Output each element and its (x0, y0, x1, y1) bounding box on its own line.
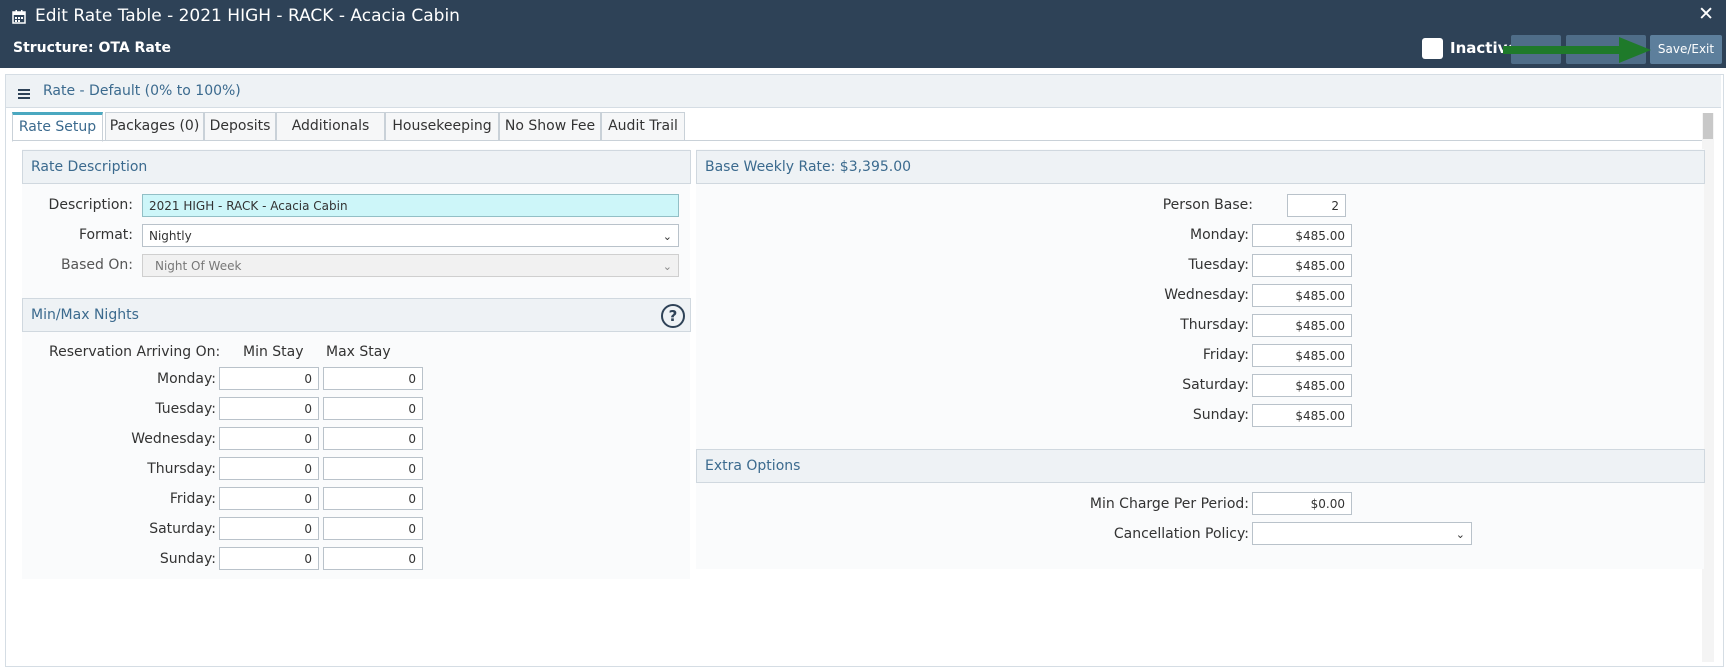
base-weekly-title: Base Weekly Rate: $3,395.00 (705, 159, 912, 175)
format-value: Nightly (149, 229, 192, 243)
max-stay-input[interactable]: 0 (323, 427, 423, 450)
min-stay-header: Min Stay (243, 344, 304, 360)
tab-rate-setup[interactable]: Rate Setup (12, 112, 103, 142)
menu-icon[interactable] (18, 89, 30, 101)
weekday-rate-input[interactable]: $485.00 (1252, 374, 1352, 397)
max-stay-input[interactable]: 0 (323, 457, 423, 480)
min-max-title: Min/Max Nights (31, 307, 139, 323)
cancellation-select[interactable]: ⌄ (1252, 522, 1472, 545)
tab-deposits[interactable]: Deposits (204, 112, 276, 141)
min-max-day-label: Sunday: (159, 551, 216, 567)
min-stay-input[interactable]: 0 (219, 397, 319, 420)
max-stay-header: Max Stay (326, 344, 391, 360)
person-base-label: Person Base: (1162, 197, 1253, 213)
min-max-day-label: Friday: (169, 491, 216, 507)
max-stay-input[interactable]: 0 (323, 367, 423, 390)
format-select[interactable]: Nightly ⌄ (142, 224, 679, 247)
close-icon[interactable]: ✕ (1698, 3, 1714, 25)
weekday-rate-label: Thursday: (1180, 317, 1249, 333)
arrow-icon (1503, 37, 1651, 63)
min-charge-input[interactable]: $0.00 (1252, 492, 1352, 515)
min-stay-input[interactable]: 0 (219, 517, 319, 540)
rate-description-section: Rate Description (22, 150, 691, 184)
min-stay-input[interactable]: 0 (219, 457, 319, 480)
rate-header: Rate - Default (0% to 100%) (6, 75, 1721, 108)
min-stay-input[interactable]: 0 (219, 487, 319, 510)
chevron-down-icon: ⌄ (662, 230, 672, 243)
min-max-day-label: Tuesday: (155, 401, 216, 417)
rate-description-title: Rate Description (31, 159, 148, 175)
chevron-down-icon: ⌄ (1455, 528, 1465, 541)
arriving-label: Reservation Arriving On: (49, 344, 221, 360)
min-stay-input[interactable]: 0 (219, 547, 319, 570)
dialog-title: Edit Rate Table - 2021 HIGH - RACK - Aca… (35, 6, 460, 26)
tab-packages[interactable]: Packages (0) (105, 112, 204, 141)
max-stay-input[interactable]: 0 (323, 397, 423, 420)
rate-header-label: Rate - Default (0% to 100%) (43, 83, 241, 99)
weekday-rate-label: Tuesday: (1188, 257, 1249, 273)
min-stay-input[interactable]: 0 (219, 367, 319, 390)
max-stay-input[interactable]: 0 (323, 517, 423, 540)
cancellation-label: Cancellation Policy: (1113, 526, 1249, 542)
weekday-rate-label: Wednesday: (1164, 287, 1249, 303)
weekday-rate-label: Friday: (1202, 347, 1249, 363)
dialog-header: Edit Rate Table - 2021 HIGH - RACK - Aca… (0, 0, 1726, 68)
min-max-day-label: Monday: (157, 371, 216, 387)
based-on-select: Night Of Week ⌄ (142, 254, 679, 277)
based-on-label: Based On: (60, 257, 133, 273)
weekday-rate-input[interactable]: $485.00 (1252, 254, 1352, 277)
format-label: Format: (78, 227, 133, 243)
weekday-rate-input[interactable]: $485.00 (1252, 314, 1352, 337)
tab-housekeeping[interactable]: Housekeeping (385, 112, 499, 141)
description-label: Description: (48, 197, 133, 213)
max-stay-input[interactable]: 0 (323, 547, 423, 570)
weekday-rate-label: Sunday: (1192, 407, 1249, 423)
scrollbar-thumb[interactable] (1703, 113, 1713, 139)
weekday-rate-input[interactable]: $485.00 (1252, 224, 1352, 247)
based-on-value: Night Of Week (155, 259, 242, 273)
person-base-input[interactable]: 2 (1287, 194, 1346, 217)
max-stay-input[interactable]: 0 (323, 487, 423, 510)
min-max-section: Min/Max Nights (22, 298, 691, 332)
weekday-rate-input[interactable]: $485.00 (1252, 284, 1352, 307)
chevron-down-icon: ⌄ (662, 260, 672, 273)
help-icon[interactable]: ? (661, 304, 685, 328)
structure-label: Structure: OTA Rate (13, 40, 171, 56)
tab-divider (12, 140, 1702, 141)
save-exit-button[interactable]: Save/Exit (1650, 35, 1722, 64)
weekday-rate-input[interactable]: $485.00 (1252, 404, 1352, 427)
min-stay-input[interactable]: 0 (219, 427, 319, 450)
extra-options-title: Extra Options (705, 458, 801, 474)
min-charge-label: Min Charge Per Period: (1089, 496, 1249, 512)
inactive-checkbox[interactable] (1422, 38, 1443, 59)
base-weekly-section: Base Weekly Rate: $3,395.00 (696, 150, 1705, 184)
tab-additionals[interactable]: Additionals (276, 112, 385, 141)
extra-options-section: Extra Options (696, 449, 1705, 483)
min-max-day-label: Saturday: (149, 521, 216, 537)
weekday-rate-input[interactable]: $485.00 (1252, 344, 1352, 367)
min-max-day-label: Wednesday: (131, 431, 216, 447)
description-input[interactable]: 2021 HIGH - RACK - Acacia Cabin (142, 194, 679, 217)
weekday-rate-label: Saturday: (1182, 377, 1249, 393)
weekday-rate-label: Monday: (1190, 227, 1249, 243)
tab-audit-trail[interactable]: Audit Trail (601, 112, 685, 141)
tab-no-show-fee[interactable]: No Show Fee (499, 112, 601, 141)
min-max-day-label: Thursday: (147, 461, 216, 477)
calendar-icon (12, 10, 26, 24)
